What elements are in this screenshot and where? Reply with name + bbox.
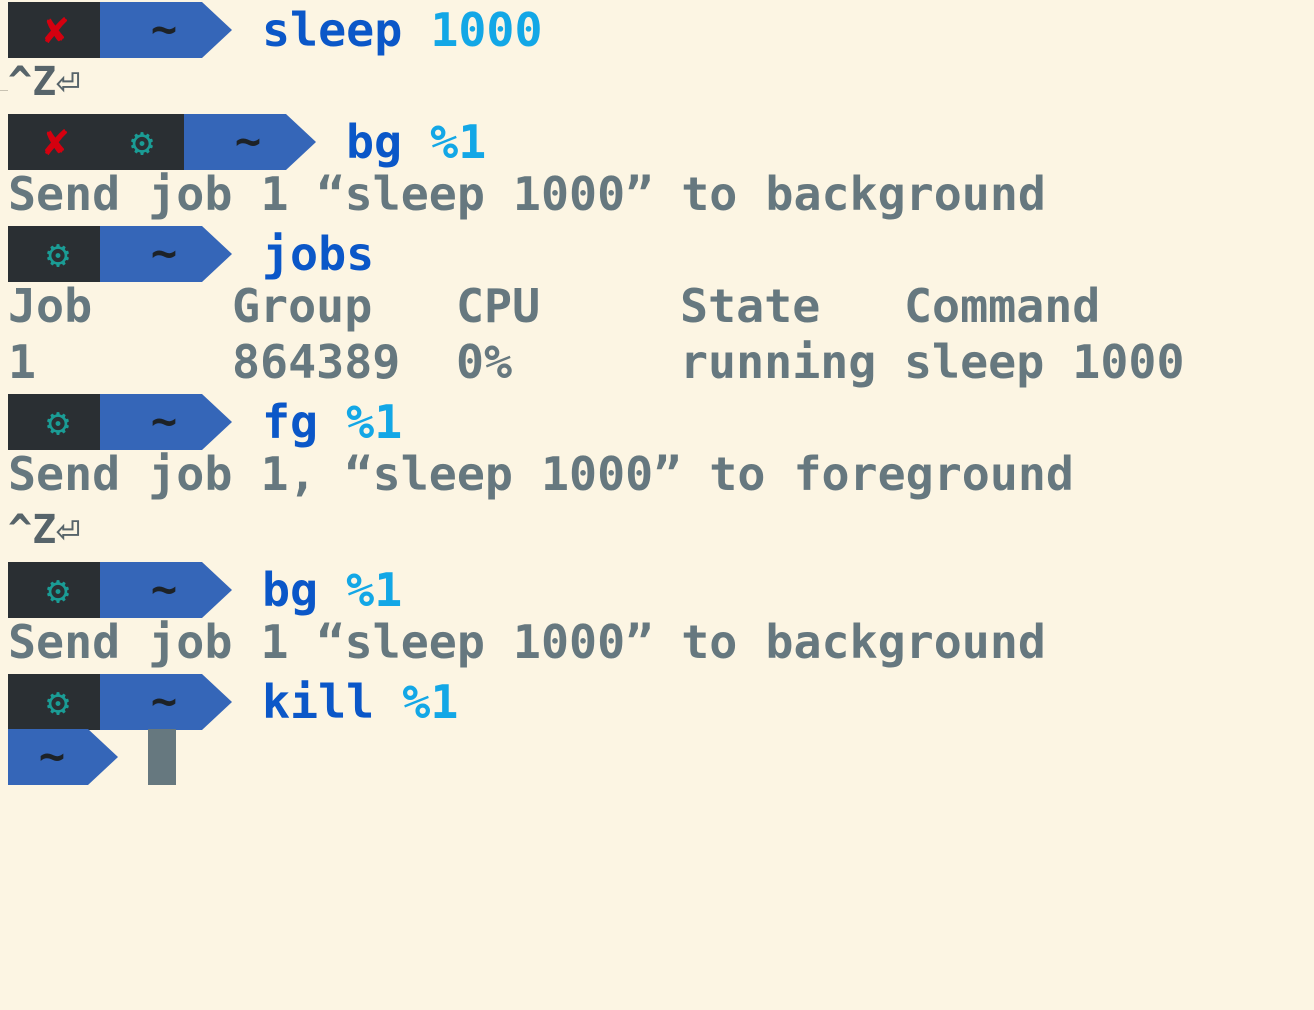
cwd-label: ~: [150, 396, 178, 447]
output-line: Send job 1, “sleep 1000” to foreground: [8, 447, 1074, 501]
prompt: ✘ ⚙ ~: [8, 114, 176, 170]
cwd-label: ~: [150, 676, 178, 727]
cell-state: running: [680, 335, 877, 389]
prompt-line-bg-2: ⚙ ~ bg %1: [8, 562, 402, 618]
command-name: sleep: [262, 3, 403, 57]
prompt-line-fg: ⚙ ~ fg %1: [8, 394, 402, 450]
cell-job: 1: [8, 335, 37, 389]
command-text: jobs: [262, 226, 374, 282]
table-row: 1 864389 0% running sleep 1000: [8, 334, 1308, 390]
gear-icon: ⚙: [46, 232, 70, 276]
current-prompt-line[interactable]: ~: [8, 729, 120, 785]
text-cursor[interactable]: [148, 729, 176, 785]
command-arg: %1: [346, 395, 403, 449]
gear-icon: ⚙: [46, 400, 70, 444]
command-arg: %1: [430, 115, 487, 169]
gutter-mark: [0, 90, 8, 91]
command-text: fg %1: [262, 394, 402, 450]
command-arg: %1: [346, 563, 403, 617]
cwd-label: ~: [150, 228, 178, 279]
gear-icon: ⚙: [130, 120, 154, 164]
prompt-line-kill: ⚙ ~ kill %1: [8, 674, 458, 730]
prompt: ✘ ~: [8, 2, 176, 58]
prompt-line-sleep: ✘ ~ sleep 1000: [8, 2, 543, 58]
cell-cpu: 0%: [456, 335, 513, 389]
jobs-table-header: Job Group CPU State Command: [8, 278, 1308, 334]
error-status-icon: ✘: [43, 119, 69, 165]
cwd-label: ~: [38, 731, 66, 782]
prompt: ⚙ ~: [8, 562, 176, 618]
cell-group: 864389: [232, 335, 401, 389]
cwd-label: ~: [150, 4, 178, 55]
cell-command: sleep 1000: [904, 335, 1185, 389]
command-name: fg: [262, 395, 319, 449]
gear-icon: ⚙: [46, 568, 70, 612]
command-arg: %1: [402, 675, 459, 729]
gear-icon: ⚙: [46, 680, 70, 724]
command-text: bg %1: [262, 562, 402, 618]
column-header-command: Command: [904, 279, 1101, 333]
command-name: bg: [346, 115, 403, 169]
cwd-label: ~: [234, 116, 262, 167]
terminal-window[interactable]: ✘ ~ sleep 1000 ^Z⏎ ✘ ⚙ ~ bg %1 Send job …: [8, 0, 1308, 798]
column-header-job: Job: [8, 279, 93, 333]
command-arg: 1000: [430, 3, 543, 57]
output-line: Send job 1 “sleep 1000” to background: [8, 615, 1046, 669]
cwd-label: ~: [150, 564, 178, 615]
error-status-icon: ✘: [43, 7, 69, 53]
prompt: ⚙ ~: [8, 226, 176, 282]
output-line: Send job 1 “sleep 1000” to background: [8, 167, 1046, 221]
ctrl-z-echo: ^Z⏎: [8, 507, 81, 553]
prompt: ⚙ ~: [8, 394, 176, 450]
command-text: sleep 1000: [262, 2, 543, 58]
command-name: bg: [262, 563, 319, 617]
prompt: ⚙ ~: [8, 674, 176, 730]
command-name: jobs: [262, 227, 375, 281]
column-header-cpu: CPU: [456, 279, 541, 333]
prompt-line-bg-1: ✘ ⚙ ~ bg %1: [8, 114, 486, 170]
command-text: kill %1: [262, 674, 458, 730]
ctrl-z-echo: ^Z⏎: [8, 59, 81, 105]
prompt-line-jobs: ⚙ ~ jobs: [8, 226, 374, 282]
command-name: kill: [262, 675, 375, 729]
column-header-group: Group: [232, 279, 373, 333]
column-header-state: State: [680, 279, 821, 333]
command-text: bg %1: [346, 114, 486, 170]
